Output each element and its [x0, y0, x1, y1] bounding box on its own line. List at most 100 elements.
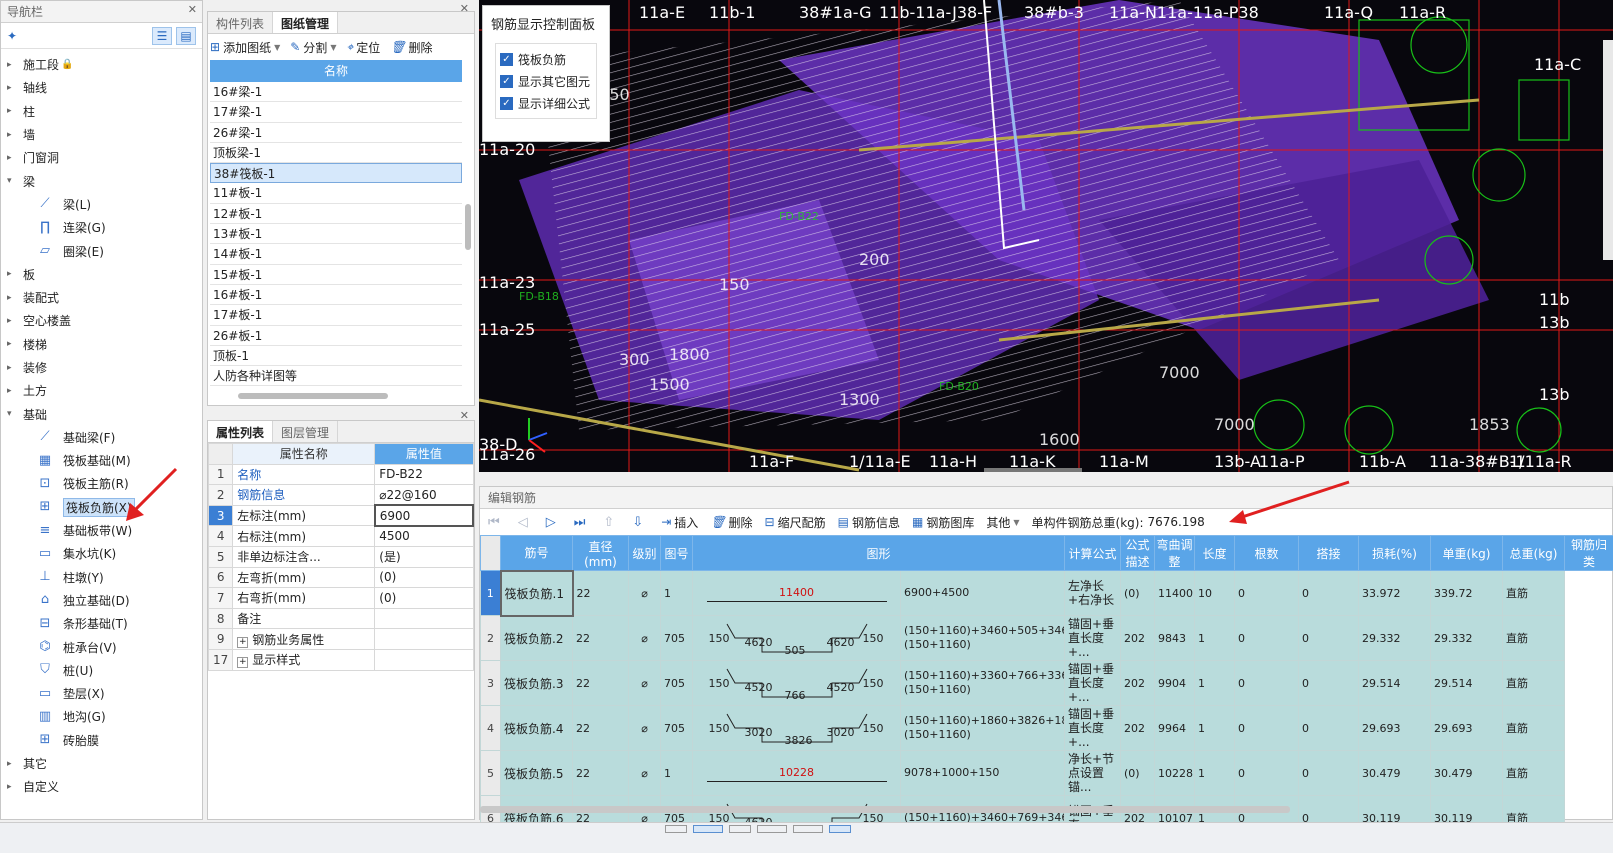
column-header[interactable]: 弯曲调整 [1154, 535, 1196, 571]
chevron-right-icon[interactable]: ▸ [7, 316, 19, 326]
table-row[interactable]: 5 筏板负筋.5 22 ⌀ 1 10228 9078+1000+150 净长+节… [480, 750, 1613, 796]
property-value[interactable]: (0) [374, 587, 474, 609]
expand-icon[interactable]: + [237, 636, 249, 648]
prev-record-icon[interactable]: ◁ [518, 515, 528, 530]
count[interactable]: 10 [1194, 570, 1236, 616]
horizontal-scrollbar[interactable] [480, 806, 1290, 813]
list-item[interactable]: 16#板-1 [210, 285, 462, 306]
pin-icon[interactable]: ✦ [7, 29, 17, 43]
rebar-category[interactable]: 直筋 [1502, 705, 1566, 751]
column-header[interactable]: 图号 [660, 535, 693, 571]
chevron-right-icon[interactable]: ▸ [7, 386, 19, 396]
property-value[interactable] [374, 607, 474, 630]
bend-adjust[interactable]: 202 [1120, 660, 1156, 706]
chevron-right-icon[interactable]: ▸ [7, 153, 19, 163]
length[interactable]: 10228 [1154, 750, 1196, 796]
unit-weight[interactable]: 29.514 [1358, 660, 1432, 706]
rebar-name[interactable]: 筏板负筋.5 [500, 750, 573, 796]
grade-icon[interactable]: ⌀ [628, 705, 661, 751]
list-item[interactable]: 11#板-1 [210, 183, 462, 204]
rebar-library-button[interactable]: ▦ 钢筋图库 [912, 514, 974, 531]
length[interactable]: 9964 [1154, 705, 1196, 751]
list-item[interactable]: 38#筏板-1 [210, 163, 462, 184]
loss[interactable]: 0 [1298, 660, 1360, 706]
chevron-right-icon[interactable]: ▸ [7, 60, 19, 70]
chevron-right-icon[interactable]: ▸ [7, 130, 19, 140]
bend-adjust[interactable]: 202 [1120, 705, 1156, 751]
last-record-icon[interactable]: ⏭ [574, 515, 586, 530]
property-row[interactable]: 3 左标注(mm) 6900 [207, 504, 475, 527]
next-record-icon[interactable]: ▷ [546, 515, 556, 530]
close-icon[interactable]: ✕ [460, 2, 469, 15]
rebar-name[interactable]: 筏板负筋.1 [499, 569, 574, 617]
first-record-icon[interactable]: ⏮ [488, 515, 500, 530]
formula-description[interactable]: 左净长+右净长 [1064, 570, 1122, 616]
unit-weight[interactable]: 33.972 [1358, 570, 1432, 616]
loss[interactable]: 0 [1298, 705, 1360, 751]
horizontal-scrollbar[interactable] [238, 393, 388, 399]
figure-no[interactable]: 705 [660, 660, 693, 706]
chevron-right-icon[interactable]: ▸ [7, 83, 19, 93]
column-header[interactable]: 根数 [1234, 535, 1300, 571]
rebar-category[interactable]: 直筋 [1502, 570, 1566, 616]
list-item[interactable]: 顶板-1 [210, 346, 462, 367]
nav-subitem[interactable]: ⟋ 梁(L) [1, 193, 202, 216]
nav-subitem[interactable]: ▭ 垫层(X) [1, 682, 202, 705]
property-row[interactable]: 2 钢筋信息 ⌀22@160 [207, 484, 474, 506]
loss[interactable]: 0 [1298, 570, 1360, 616]
figure-no[interactable]: 705 [660, 615, 693, 661]
bend-adjust[interactable]: (0) [1120, 750, 1156, 796]
nav-item[interactable]: ▾ 基础 [1, 402, 202, 425]
shape-cell[interactable]: 10228 [692, 750, 901, 796]
property-value[interactable]: 4500 [374, 525, 474, 547]
table-row[interactable]: 2 筏板负筋.2 22 ⌀ 705 150 4620 505 4620 150 … [480, 615, 1613, 661]
tab-drawing-management[interactable]: 图纸管理 [273, 12, 339, 33]
insert-button[interactable]: ⇥ 插入 [661, 514, 698, 531]
bend-adjust[interactable]: 202 [1120, 615, 1156, 661]
nav-subitem[interactable]: ▱ 圈梁(E) [1, 239, 202, 262]
lap[interactable]: 0 [1234, 750, 1300, 796]
count[interactable]: 1 [1194, 705, 1236, 751]
3d-viewport[interactable]: 11a-E 11b-1 38#1a-G 11b-11a-J38-F 38#b-3 11a-… [479, 0, 1613, 472]
grade-icon[interactable]: ⌀ [628, 660, 661, 706]
side-toolbar[interactable] [1603, 40, 1613, 260]
nav-item[interactable]: ▸ 土方 [1, 379, 202, 402]
list-item[interactable]: 人防各种详图等 [210, 366, 462, 387]
total-weight[interactable]: 29.693 [1430, 705, 1504, 751]
nav-subitem[interactable]: ⌂ 独立基础(D) [1, 589, 202, 612]
diameter[interactable]: 22 [572, 705, 629, 751]
nav-item[interactable]: ▸ 门窗洞 [1, 146, 202, 169]
detail-view-icon[interactable]: ▤ [176, 26, 196, 45]
nav-item[interactable]: ▸ 楼梯 [1, 333, 202, 356]
split-button[interactable]: ✎ 分割 ▼ [290, 39, 336, 56]
loss[interactable]: 0 [1298, 750, 1360, 796]
grade-icon[interactable]: ⌀ [628, 615, 661, 661]
other-menu[interactable]: 其他 ▼ [986, 514, 1019, 531]
property-value[interactable]: (是) [374, 545, 474, 568]
list-item[interactable]: 17#板-1 [210, 305, 462, 326]
checkbox-raft-negative-rebar[interactable]: ✓ 筏板负筋 [500, 48, 592, 70]
formula[interactable]: (150+1160)+3360+766+3360+(150+1160) [899, 660, 1066, 706]
column-header[interactable]: 直径(mm) [572, 535, 629, 571]
diameter[interactable]: 22 [572, 750, 629, 796]
list-item[interactable]: 顶板梁-1 [210, 143, 462, 164]
nav-item[interactable]: ▸ 施工段 🔒 [1, 53, 202, 76]
column-header[interactable]: 单重(kg) [1430, 535, 1504, 571]
property-row[interactable]: 5 非单边标注含... (是) [207, 545, 474, 568]
shape-cell[interactable]: 11400 [692, 570, 901, 616]
move-up-icon[interactable]: ⇧ [603, 515, 614, 530]
nav-item[interactable]: ▸ 轴线 [1, 76, 202, 99]
diameter[interactable]: 22 [572, 660, 629, 706]
rebar-name[interactable]: 筏板负筋.2 [500, 615, 573, 661]
nav-item[interactable]: ▸ 墙 [1, 123, 202, 146]
unit-weight[interactable]: 29.332 [1358, 615, 1432, 661]
chevron-right-icon[interactable]: ▸ [7, 759, 19, 769]
nav-item[interactable]: ▸ 自定义 [1, 775, 202, 798]
nav-subitem[interactable]: ▥ 地沟(G) [1, 705, 202, 728]
rebar-name[interactable]: 筏板负筋.3 [500, 660, 573, 706]
list-view-icon[interactable]: ☰ [152, 26, 172, 45]
diameter[interactable]: 22 [572, 615, 629, 661]
list-item[interactable]: 14#板-1 [210, 244, 462, 265]
nav-subitem[interactable]: ⟋ 基础梁(F) [1, 426, 202, 449]
property-value[interactable]: 6900 [373, 504, 475, 527]
